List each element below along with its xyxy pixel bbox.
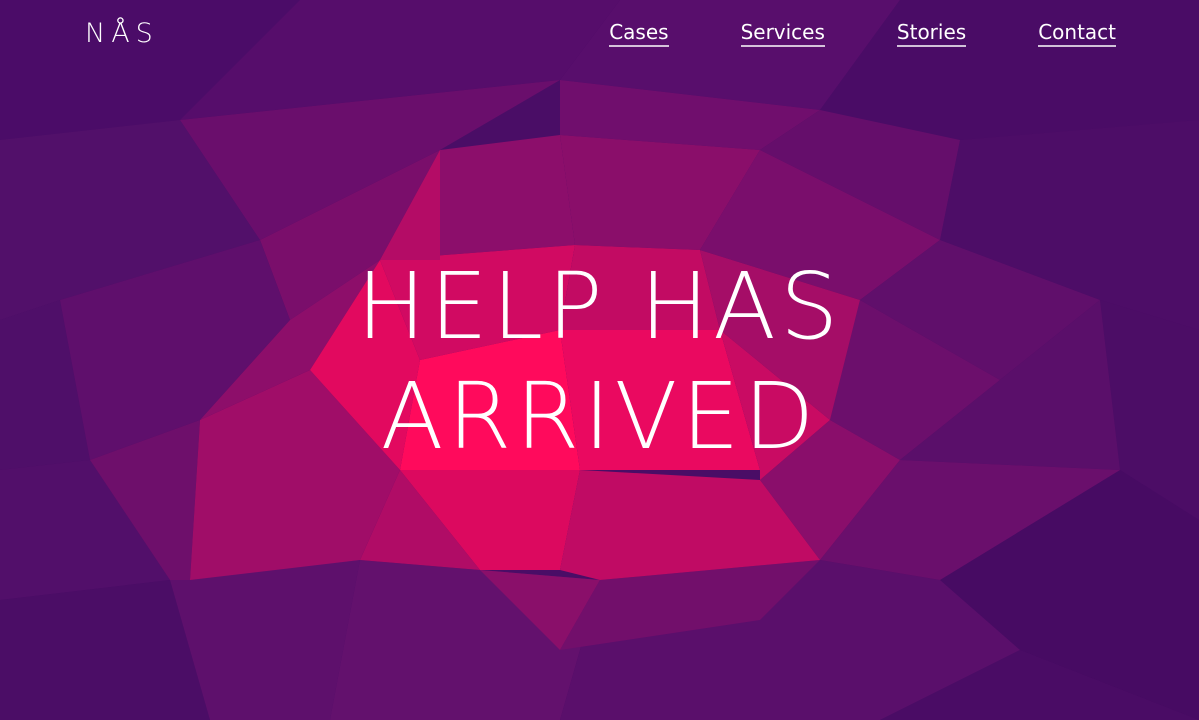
site-logo[interactable]: NÅS bbox=[85, 18, 159, 49]
nav-link-contact[interactable]: Contact bbox=[1038, 20, 1116, 47]
main-nav: Cases Services Stories Contact bbox=[609, 20, 1116, 47]
nav-link-services[interactable]: Services bbox=[740, 20, 825, 47]
nav-link-stories[interactable]: Stories bbox=[896, 20, 967, 47]
page: NÅS Cases Services Stories Contact HELP … bbox=[0, 0, 1199, 720]
hero-line-1: HELP HAS bbox=[356, 253, 843, 360]
site-header: NÅS Cases Services Stories Contact bbox=[0, 0, 1199, 80]
hero-headline: HELP HAS ARRIVED bbox=[0, 252, 1199, 472]
hero-line-2: ARRIVED bbox=[380, 363, 819, 470]
nav-link-cases[interactable]: Cases bbox=[609, 20, 669, 47]
